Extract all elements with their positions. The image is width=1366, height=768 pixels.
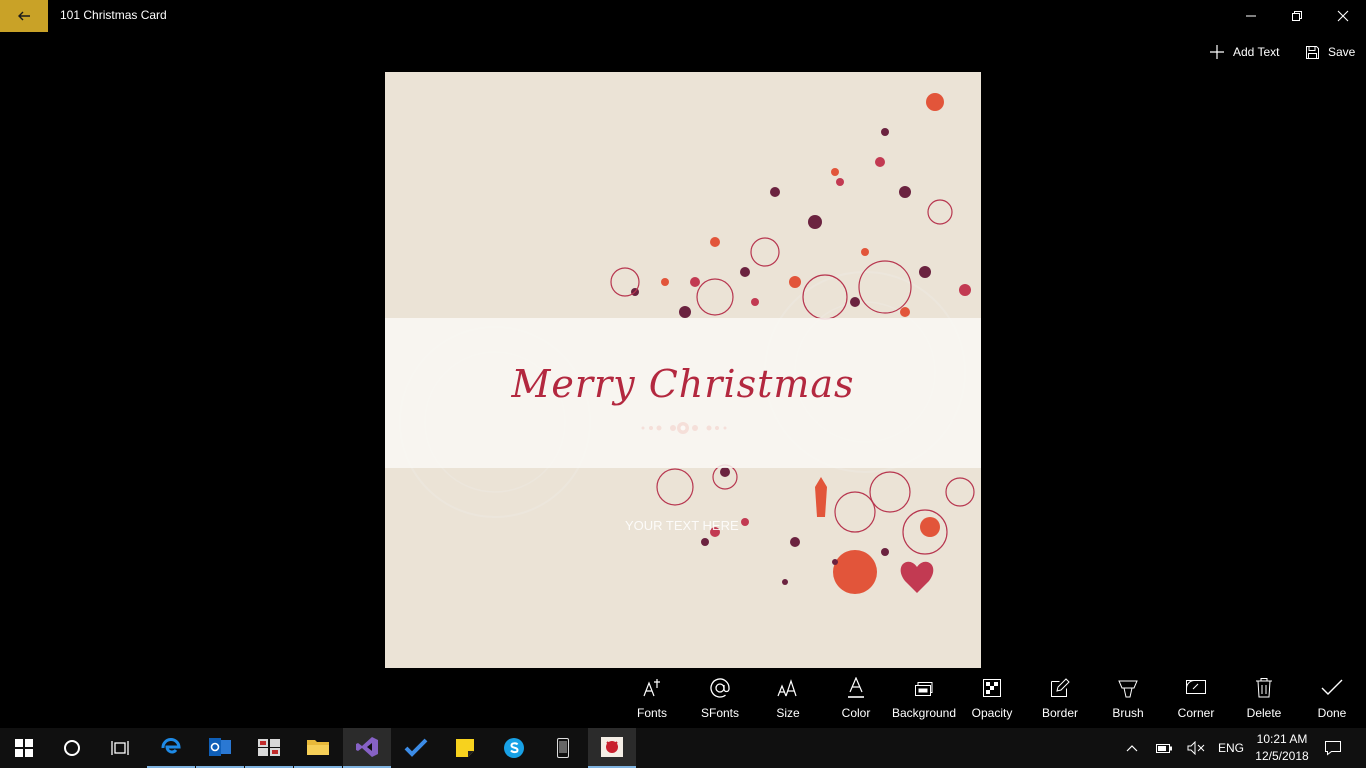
- at-sign-icon: [710, 678, 730, 698]
- done-label: Done: [1317, 706, 1347, 720]
- show-hidden-icons-button[interactable]: [1120, 728, 1144, 768]
- photos-app-icon: [258, 739, 280, 756]
- language-indicator[interactable]: ENG: [1214, 728, 1248, 768]
- task-view-icon: [111, 741, 129, 755]
- background-label: Background: [891, 706, 957, 720]
- visual-studio-icon: [356, 737, 378, 757]
- battery-button[interactable]: [1152, 728, 1176, 768]
- size-label: Size: [776, 706, 800, 720]
- text-placeholder[interactable]: YOUR TEXT HERE: [625, 518, 739, 533]
- start-icon: [15, 739, 33, 757]
- clock[interactable]: 10:21 AM 12/5/2018: [1250, 731, 1314, 765]
- delete-button[interactable]: Delete: [1230, 672, 1298, 728]
- edge-icon: [161, 738, 181, 754]
- border-label: Border: [1041, 706, 1079, 720]
- size-button[interactable]: Size: [754, 672, 822, 728]
- trash-icon: [1256, 678, 1272, 698]
- visual-studio-taskbar-button[interactable]: [343, 728, 391, 768]
- christmas-card-canvas[interactable]: Merry Christmas YOUR TEXT HERE: [385, 72, 981, 668]
- start-button[interactable]: [0, 728, 48, 768]
- outlook-taskbar-button[interactable]: [196, 728, 244, 768]
- save-button[interactable]: Save: [1305, 40, 1355, 64]
- background-button[interactable]: Background: [890, 672, 958, 728]
- minimize-icon: [1246, 15, 1256, 17]
- volume-muted-icon: [1187, 741, 1205, 755]
- delete-label: Delete: [1246, 706, 1282, 720]
- restore-button[interactable]: [1274, 0, 1320, 32]
- skype-icon: [504, 738, 524, 758]
- corner-icon: [1186, 679, 1206, 694]
- border-button[interactable]: Border: [1026, 672, 1094, 728]
- back-arrow-icon: [18, 11, 30, 21]
- volume-button[interactable]: [1184, 728, 1208, 768]
- back-button[interactable]: [0, 0, 48, 32]
- corner-button[interactable]: Corner: [1162, 672, 1230, 728]
- fonts-button[interactable]: Fonts: [618, 672, 686, 728]
- todo-taskbar-button[interactable]: [392, 728, 440, 768]
- font-color-icon: [848, 677, 864, 698]
- christmas-card-app-icon: [601, 737, 623, 757]
- title-bar: 101 Christmas Card: [0, 0, 1366, 32]
- notification-icon: [1325, 741, 1341, 756]
- todo-icon: [404, 738, 428, 757]
- app-title: 101 Christmas Card: [60, 8, 167, 22]
- brush-icon: [1118, 680, 1138, 698]
- phone-icon: [557, 738, 569, 758]
- file-explorer-icon: [307, 740, 329, 755]
- close-button[interactable]: [1320, 0, 1366, 32]
- christmas-card-taskbar-button[interactable]: [588, 728, 636, 768]
- file-explorer-taskbar-button[interactable]: [294, 728, 342, 768]
- color-label: Color: [841, 706, 871, 720]
- close-icon: [1337, 10, 1349, 22]
- add-text-label: Add Text: [1233, 45, 1280, 59]
- clock-time: 10:21 AM: [1256, 732, 1308, 746]
- photos-taskbar-button[interactable]: [245, 728, 293, 768]
- color-button[interactable]: Color: [822, 672, 890, 728]
- sfonts-label: SFonts: [700, 706, 739, 720]
- chevron-up-icon: [1126, 745, 1138, 752]
- opacity-icon: [983, 679, 1001, 697]
- plus-icon: [1210, 45, 1224, 59]
- background-icon: [915, 682, 933, 696]
- cortana-icon: [64, 740, 80, 756]
- clock-date: 12/5/2018: [1255, 749, 1309, 763]
- fonts-icon: [643, 679, 660, 697]
- sfonts-button[interactable]: SFonts: [686, 672, 754, 728]
- card-headline: Merry Christmas: [511, 362, 855, 406]
- phone-taskbar-button[interactable]: [539, 728, 587, 768]
- opacity-label: Opacity: [971, 706, 1013, 720]
- font-size-icon: [777, 679, 797, 697]
- edge-taskbar-button[interactable]: [147, 728, 195, 768]
- sticky-notes-taskbar-button[interactable]: [441, 728, 489, 768]
- border-edit-icon: [1051, 678, 1070, 697]
- brush-label: Brush: [1112, 706, 1144, 720]
- brush-button[interactable]: Brush: [1094, 672, 1162, 728]
- minimize-button[interactable]: [1228, 0, 1274, 32]
- fonts-label: Fonts: [636, 706, 667, 720]
- bottom-app-bar: Fonts SFonts Size Color Background Opaci…: [0, 672, 1366, 728]
- add-text-button[interactable]: Add Text: [1209, 40, 1279, 64]
- task-view-button[interactable]: [96, 728, 144, 768]
- done-button[interactable]: Done: [1298, 672, 1366, 728]
- save-label: Save: [1328, 45, 1356, 59]
- opacity-button[interactable]: Opacity: [958, 672, 1026, 728]
- battery-icon: [1156, 744, 1172, 753]
- outlook-icon: [209, 738, 231, 756]
- checkmark-icon: [1321, 679, 1343, 695]
- restore-icon: [1292, 11, 1302, 21]
- windows-taskbar: ENG 10:21 AM 12/5/2018: [0, 728, 1366, 768]
- skype-taskbar-button[interactable]: [490, 728, 538, 768]
- sticky-notes-icon: [456, 739, 474, 757]
- save-icon: [1306, 45, 1319, 59]
- corner-label: Corner: [1177, 706, 1215, 720]
- cortana-button[interactable]: [48, 728, 96, 768]
- action-center-button[interactable]: [1320, 728, 1346, 768]
